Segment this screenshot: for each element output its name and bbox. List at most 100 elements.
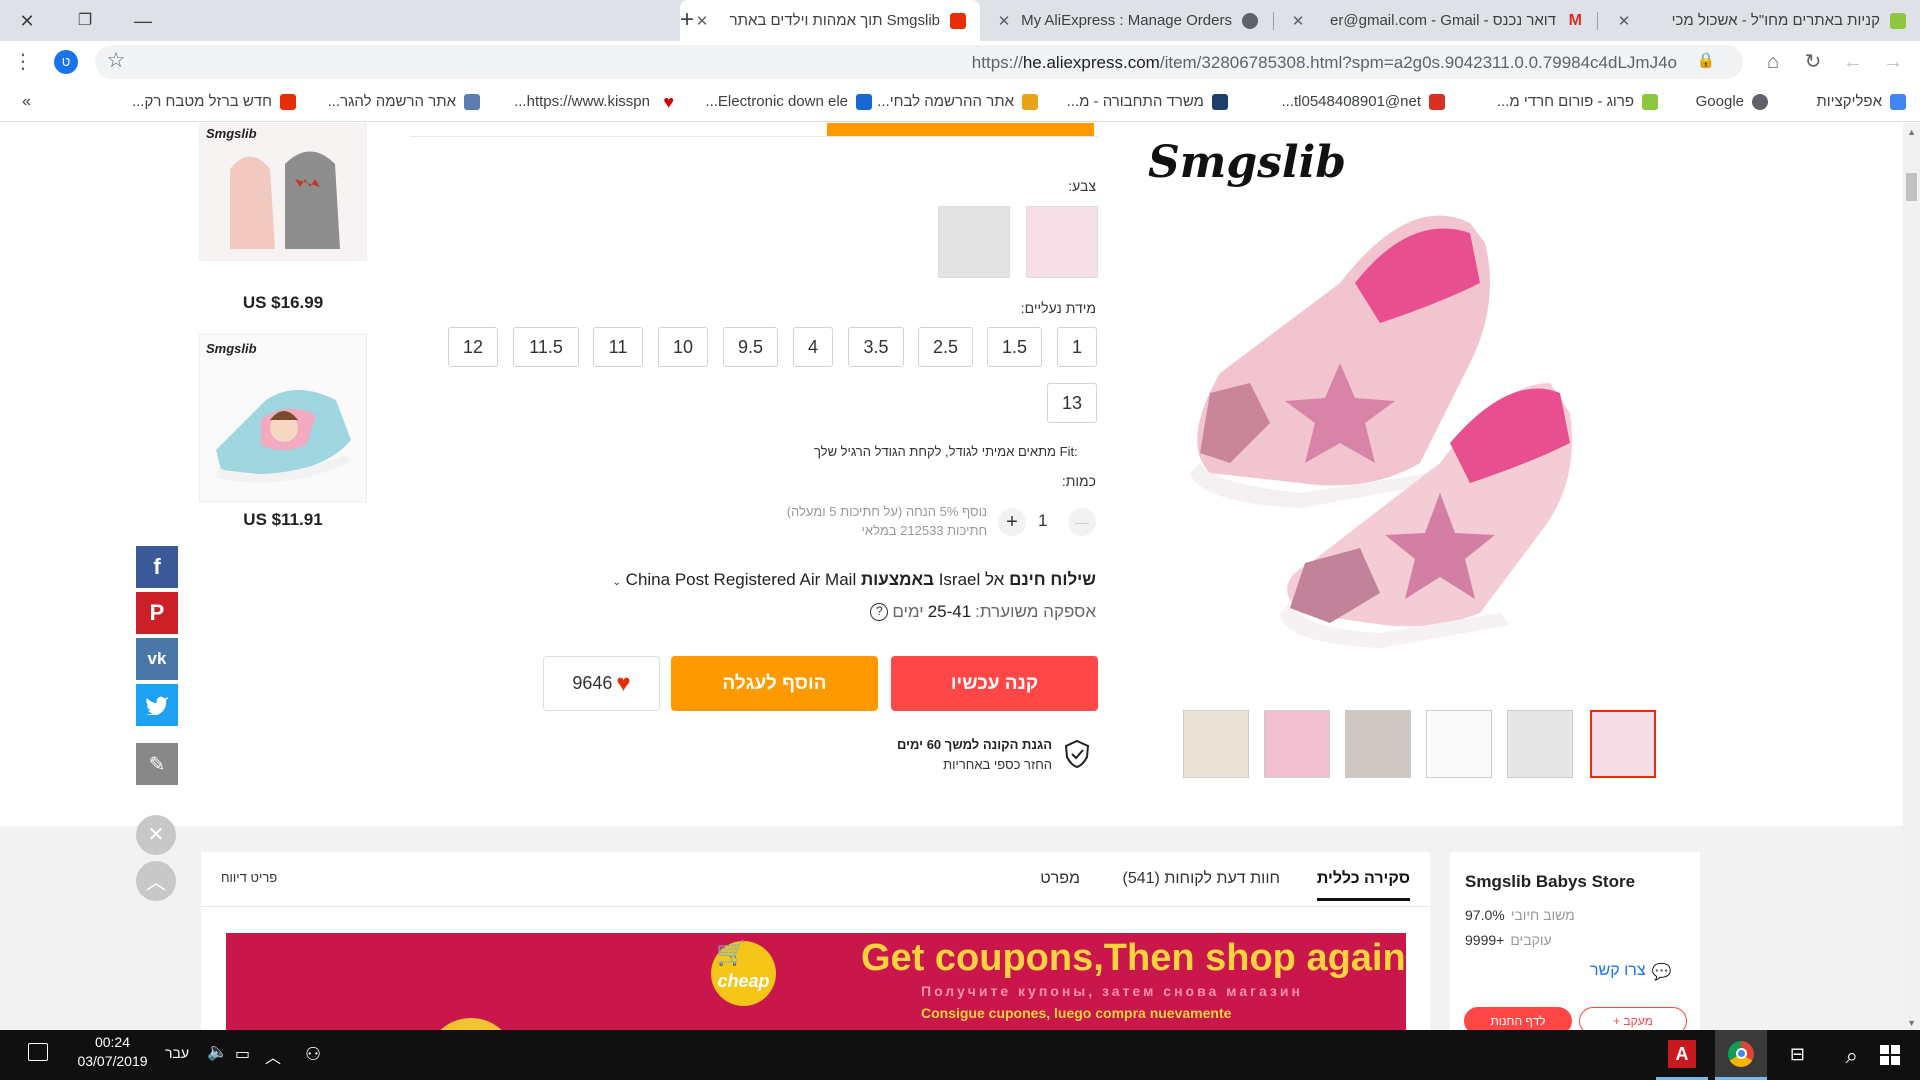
bookmark-netvision[interactable]: tl0548408901@net... — [1281, 93, 1445, 110]
search-icon[interactable]: ⌕ — [1846, 1043, 1858, 1069]
bookmark-prog[interactable]: פרוג - פורום חרדי מ... — [1497, 93, 1658, 110]
restore-icon[interactable]: ❐ — [70, 6, 100, 36]
tab-forum[interactable]: קניות באתרים מחו"ל - אשכול מכי ✕ — [1602, 0, 1920, 41]
acrobat-taskbar-button[interactable]: A — [1656, 1030, 1708, 1080]
bookmark-kisspng[interactable]: ♥ https://www.kisspn... — [514, 93, 674, 111]
gallery-thumb-size-chart[interactable] — [1426, 710, 1492, 778]
bookmark-star-icon[interactable]: ☆ — [103, 48, 129, 74]
coupon-banner[interactable]: cheap 🛒 Get coupons,Then shop again Полу… — [226, 933, 1406, 1030]
tab-specifications[interactable]: מפרט — [1040, 870, 1080, 888]
new-tab-button[interactable]: + — [672, 5, 702, 35]
clock[interactable]: 00:24 03/07/2019 — [65, 1034, 160, 1069]
size-option-3.5[interactable]: 3.5 — [848, 327, 904, 367]
add-to-cart-button[interactable]: הוסף לעגלה — [671, 656, 878, 711]
shipping-info[interactable]: שילוח חינם אל Israel באמצעות China Post … — [613, 570, 1096, 590]
close-tab-icon[interactable]: ✕ — [996, 12, 1012, 30]
bookmark-registration[interactable]: אתר הרשמה להגר... — [328, 93, 480, 110]
size-option-4[interactable]: 4 — [793, 327, 833, 367]
address-bar[interactable]: ☆ https://he.aliexpress.com/item/3280678… — [95, 45, 1743, 79]
size-option-11.5[interactable]: 11.5 — [513, 327, 579, 367]
vk-share-button[interactable]: vk — [136, 638, 178, 680]
battery-icon[interactable]: ▭ — [235, 1044, 250, 1064]
bookmark-electronic[interactable]: Electronic down ele... — [705, 93, 872, 110]
tab-strip: קניות באתרים מחו"ל - אשכול מכי ✕ M דואר … — [0, 0, 1920, 41]
home-icon[interactable]: ⌂ — [1760, 49, 1786, 75]
bookmarks-overflow-button[interactable]: » — [22, 93, 31, 111]
scrollbar-thumb[interactable] — [1906, 173, 1917, 201]
bookmark-apps[interactable]: אפליקציות — [1816, 93, 1906, 110]
page-scrollbar[interactable]: ▲ ▼ — [1903, 123, 1920, 1030]
tab-aliexpress-orders[interactable]: My AliExpress : Manage Orders ✕ — [982, 0, 1272, 41]
size-option-1[interactable]: 1 — [1057, 327, 1097, 367]
twitter-share-button[interactable] — [136, 684, 178, 726]
quantity-decrease-button[interactable]: — — [1068, 508, 1096, 536]
gallery-thumb-silver-shoes[interactable] — [1507, 710, 1573, 778]
windows-start-button[interactable] — [1860, 1030, 1920, 1080]
bookmark-google[interactable]: Google — [1696, 93, 1768, 110]
tab-smgslib-active[interactable]: Smgslib תוך אמהות וילדים באתר ✕ — [680, 0, 980, 41]
forward-icon[interactable]: → — [1880, 49, 1906, 75]
url-scheme: https:// — [971, 53, 1023, 72]
gallery-thumb-pink-detail[interactable] — [1264, 710, 1330, 778]
profile-avatar[interactable]: ט — [54, 50, 78, 74]
pinterest-share-button[interactable]: P — [136, 592, 178, 634]
contact-store-link[interactable]: 💬 צרו קשר — [1590, 962, 1671, 982]
edit-pen-button[interactable]: ✎ — [136, 743, 178, 785]
tab-gmail[interactable]: M דואר נכנס - er@gmail.com - Gmail ✕ — [1276, 0, 1596, 41]
facebook-share-button[interactable]: f — [136, 546, 178, 588]
lock-icon[interactable]: 🔒 — [1693, 48, 1719, 74]
close-float-button[interactable]: ✕ — [136, 815, 176, 855]
size-option-12[interactable]: 12 — [448, 327, 498, 367]
color-swatch-pink[interactable] — [1026, 206, 1098, 278]
main-product-image[interactable]: Smgslib — [1140, 123, 1680, 683]
minimize-icon[interactable]: — — [128, 6, 158, 36]
chrome-taskbar-button[interactable] — [1715, 1030, 1767, 1080]
size-option-13[interactable]: 13 — [1047, 383, 1097, 423]
size-option-10[interactable]: 10 — [658, 327, 708, 367]
recommended-item-image[interactable]: Smgslib — [199, 334, 367, 502]
gallery-thumb-shoes-pair[interactable] — [1345, 710, 1411, 778]
menu-kebab-icon[interactable]: ⋮ — [10, 49, 36, 75]
tab-separator — [1273, 12, 1274, 30]
tab-reviews[interactable]: חוות דעת לקוחות (541) — [1123, 870, 1280, 888]
size-option-9.5[interactable]: 9.5 — [723, 327, 778, 367]
size-option-2.5[interactable]: 2.5 — [918, 327, 973, 367]
task-view-icon[interactable]: ⊟ — [1790, 1044, 1805, 1065]
report-item-link[interactable]: פריט דיווח — [221, 870, 277, 885]
gallery-thumb-pink-shoes[interactable] — [1590, 710, 1656, 778]
gallery-thumb-sole[interactable] — [1183, 710, 1249, 778]
store-name[interactable]: Smgslib Babys Store — [1465, 872, 1635, 892]
bookmark-aliexpress[interactable]: חדש ברזל מטבח רק... — [132, 93, 296, 110]
url-text[interactable]: https://he.aliexpress.com/item/328067853… — [972, 53, 1677, 73]
bookmark-exams[interactable]: אתר ההרשמה לבחי... — [877, 93, 1038, 110]
follow-store-button[interactable]: + מעקב — [1579, 1007, 1687, 1030]
bookmark-transport[interactable]: משרד התחבורה - מ... — [1067, 93, 1228, 110]
quantity-increase-button[interactable]: + — [998, 508, 1026, 536]
reload-icon[interactable]: ↻ — [1800, 49, 1826, 75]
wishlist-button[interactable]: 9646 ♥ — [543, 656, 660, 711]
people-icon[interactable]: ⚇ — [305, 1044, 321, 1065]
recommended-price[interactable]: US $11.91 — [199, 510, 367, 530]
help-icon[interactable]: ? — [870, 603, 889, 621]
close-tab-icon[interactable]: ✕ — [1290, 12, 1306, 30]
shipping-via-label: באמצעות — [860, 570, 934, 589]
input-language[interactable]: עבר — [165, 1045, 189, 1061]
close-window-icon[interactable]: ✕ — [12, 6, 42, 36]
close-tab-icon[interactable]: ✕ — [1616, 12, 1632, 30]
buy-now-button[interactable]: קנה עכשיו — [891, 656, 1098, 711]
show-hidden-icons-chevron[interactable]: ︿ — [265, 1044, 281, 1068]
scroll-up-arrow-icon[interactable]: ▲ — [1907, 127, 1916, 137]
back-icon[interactable]: ← — [1840, 49, 1866, 75]
size-option-11[interactable]: 11 — [593, 327, 643, 367]
scroll-to-top-button[interactable]: ︿ — [136, 861, 176, 901]
action-center-icon[interactable] — [28, 1043, 48, 1061]
size-option-1.5[interactable]: 1.5 — [987, 327, 1042, 367]
visit-store-button[interactable]: לדף החנות — [1464, 1007, 1572, 1030]
tab-overview[interactable]: סקירה כללית — [1316, 870, 1410, 901]
volume-icon[interactable]: 🔈 — [207, 1042, 228, 1062]
recommended-item-image[interactable]: Smgslib — [199, 123, 367, 261]
quantity-input[interactable]: 1 — [1038, 511, 1047, 531]
scroll-down-arrow-icon[interactable]: ▼ — [1907, 1018, 1916, 1028]
color-swatch-silver[interactable] — [938, 206, 1010, 278]
recommended-price[interactable]: US $16.99 — [199, 293, 367, 313]
